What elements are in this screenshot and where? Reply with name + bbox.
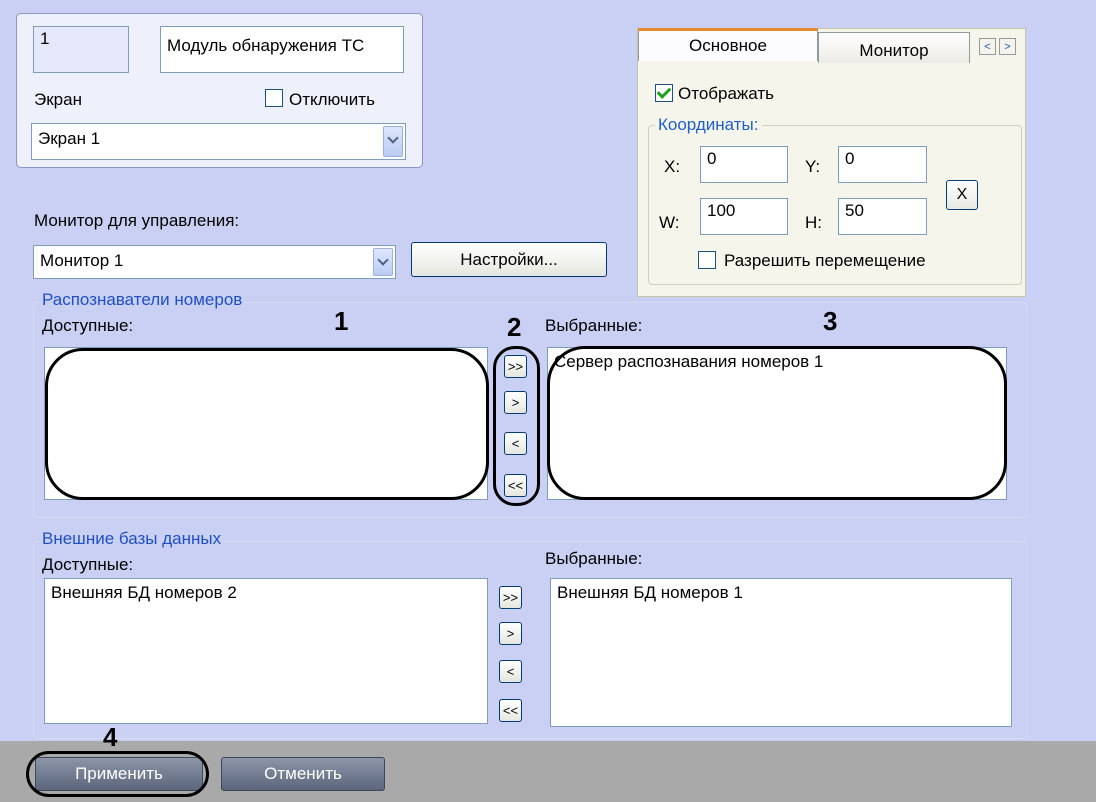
annotation-ring-3 xyxy=(547,346,1007,500)
h-input[interactable]: 50 xyxy=(838,198,927,235)
annotation-ring-4 xyxy=(26,751,209,797)
annotation-ring-2 xyxy=(493,346,540,506)
annotation-number-3: 3 xyxy=(823,306,838,336)
tab-scroll-left-button[interactable]: < xyxy=(979,38,996,55)
add-all-databases-button[interactable]: >> xyxy=(499,586,522,609)
object-id-field[interactable]: 1 xyxy=(33,26,129,73)
y-input[interactable]: 0 xyxy=(838,146,927,183)
list-item[interactable]: Внешняя БД номеров 1 xyxy=(557,583,1005,603)
annotation-number-4: 4 xyxy=(103,722,118,752)
add-database-button[interactable]: > xyxy=(499,622,522,645)
chevron-down-icon[interactable] xyxy=(383,126,403,157)
annotation-ring-1 xyxy=(45,348,489,500)
external-db-title: Внешние базы данных xyxy=(40,529,224,549)
external-db-selected-label: Выбранные: xyxy=(545,549,643,568)
reset-coordinates-button[interactable]: X xyxy=(946,180,978,210)
allow-move-label: Разрешить перемещение xyxy=(724,251,926,270)
monitor-select[interactable]: Монитор 1 xyxy=(33,245,396,279)
y-label: Y: xyxy=(805,157,821,176)
recognizers-selected-label: Выбранные: xyxy=(545,316,643,335)
tab-main[interactable]: Основное xyxy=(638,28,818,61)
annotation-number-1: 1 xyxy=(334,306,349,336)
monitor-select-value: Монитор 1 xyxy=(40,251,124,270)
monitor-label: Монитор для управления: xyxy=(34,211,240,230)
coordinates-title: Координаты: xyxy=(655,115,762,135)
screen-select[interactable]: Экран 1 xyxy=(31,123,406,160)
disable-label: Отключить xyxy=(289,90,375,109)
recognizers-available-label: Доступные: xyxy=(42,316,134,335)
object-name-field[interactable]: Модуль обнаружения ТС xyxy=(160,26,404,73)
w-label: W: xyxy=(659,213,680,232)
external-db-available-label: Доступные: xyxy=(42,555,134,574)
cancel-button[interactable]: Отменить xyxy=(221,757,385,791)
screen-label: Экран xyxy=(34,90,82,109)
x-label: X: xyxy=(664,157,681,176)
tab-monitor[interactable]: Монитор xyxy=(818,32,970,63)
display-label: Отображать xyxy=(678,84,775,103)
list-item[interactable]: Внешняя БД номеров 2 xyxy=(51,583,481,603)
screen-select-value: Экран 1 xyxy=(38,129,101,148)
display-checkbox[interactable] xyxy=(655,84,673,102)
w-input[interactable]: 100 xyxy=(700,198,788,235)
chevron-down-icon[interactable] xyxy=(373,248,393,276)
tab-scroll-right-button[interactable]: > xyxy=(999,38,1016,55)
allow-move-checkbox[interactable] xyxy=(698,251,716,269)
remove-database-button[interactable]: < xyxy=(499,660,522,683)
recognizers-title: Распознаватели номеров xyxy=(40,290,245,310)
disable-checkbox[interactable] xyxy=(265,89,283,107)
annotation-number-2: 2 xyxy=(507,312,522,342)
external-db-available-list[interactable]: Внешняя БД номеров 2 xyxy=(44,578,488,724)
remove-all-databases-button[interactable]: << xyxy=(499,699,522,722)
x-input[interactable]: 0 xyxy=(700,146,788,183)
external-db-selected-list[interactable]: Внешняя БД номеров 1 xyxy=(550,578,1012,727)
settings-button[interactable]: Настройки... xyxy=(411,242,607,277)
h-label: H: xyxy=(805,213,822,232)
